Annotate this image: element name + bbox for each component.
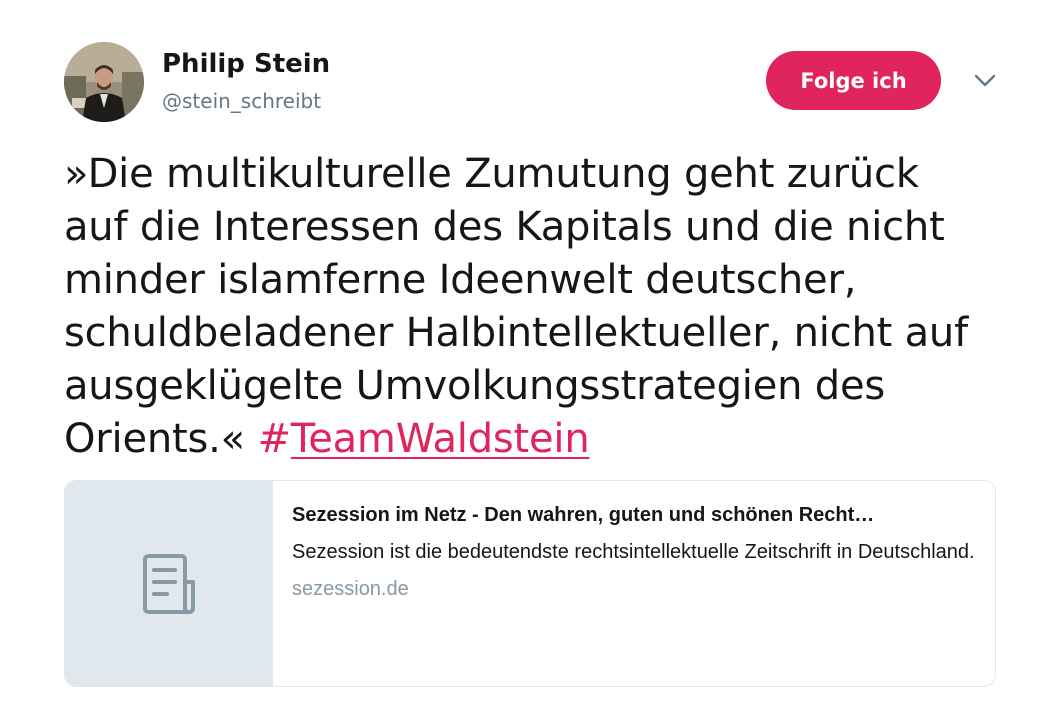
link-card-body: Sezession im Netz - Den wahren, guten un…: [292, 501, 977, 603]
link-card[interactable]: Sezession im Netz - Den wahren, guten un…: [64, 480, 996, 687]
document-icon: [143, 553, 195, 614]
link-card-thumbnail: [65, 481, 273, 686]
tweet-text-line: auf die Interessen des Kapitals und die …: [64, 204, 945, 250]
follow-button[interactable]: Folge ich: [766, 51, 941, 110]
tweet-text-line: minder islamferne Ideenwelt deutscher,: [64, 257, 857, 303]
link-card-description: Sezession ist die bedeutendste rechtsint…: [292, 541, 975, 563]
link-card-domain: sezession.de: [292, 578, 409, 600]
chevron-down-icon[interactable]: [970, 68, 1000, 94]
user-handle[interactable]: @stein_schreibt: [162, 87, 321, 115]
link-card-title: Sezession im Netz - Den wahren, guten un…: [292, 504, 875, 526]
tweet-text-line: schuldbeladener Halbintellektueller, nic…: [64, 310, 968, 356]
hashtag-link[interactable]: #TeamWaldstein: [257, 416, 589, 462]
hashtag-word: TeamWaldstein: [290, 416, 590, 462]
tweet-text-last-line: Orients.« #TeamWaldstein: [64, 413, 1024, 466]
tweet-text-line: »Die multikulturelle Zumutung geht zurüc…: [64, 151, 919, 197]
avatar[interactable]: [64, 42, 144, 122]
hashtag-symbol: #: [257, 416, 291, 462]
display-name[interactable]: Philip Stein: [162, 46, 330, 82]
tweet-text-line: Orients.«: [64, 416, 245, 462]
avatar-photo: [64, 42, 144, 122]
tweet-text: »Die multikulturelle Zumutung geht zurüc…: [64, 148, 1024, 466]
tweet-text-line: ausgeklügelte Umvolkungsstrategien des: [64, 363, 886, 409]
